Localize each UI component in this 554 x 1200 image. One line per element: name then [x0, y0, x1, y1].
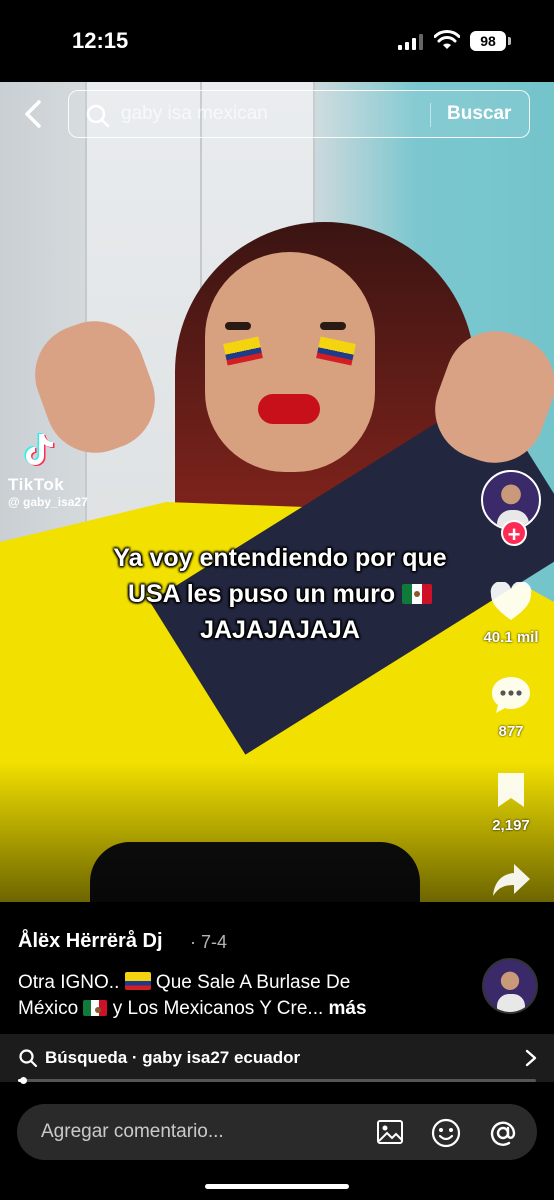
heart-icon: [490, 581, 532, 620]
search-input[interactable]: gaby isa mexican: [121, 91, 421, 137]
share-icon: [493, 864, 530, 896]
status-bar: 12:15 98: [0, 0, 554, 82]
tiktok-logo-icon: [24, 433, 55, 466]
home-indicator: [205, 1184, 349, 1189]
search-divider: [430, 103, 431, 127]
comment-icon: [492, 677, 530, 713]
search-icon: [86, 104, 110, 128]
progress-knob[interactable]: [20, 1077, 28, 1084]
playback-progress[interactable]: [18, 1077, 536, 1084]
like-button[interactable]: 40.1 mil: [478, 581, 544, 646]
search-button[interactable]: Buscar: [447, 91, 511, 137]
comment-button[interactable]: 877: [478, 674, 544, 740]
description-text-4: y Los Mexicanos Y Cre...: [107, 998, 329, 1019]
post-date: · 7-4: [190, 932, 228, 952]
post-info: Ålëx Hërrërå Dj · 7-4 Otra IGNO.. Que Sa…: [0, 902, 554, 1032]
comment-input[interactable]: Agregar comentario...: [41, 1104, 224, 1160]
search-bar[interactable]: gaby isa mexican Buscar: [68, 90, 530, 138]
caption-line-2-wrap: USA les puso un muro: [60, 576, 500, 612]
related-search-label: Búsqueda · gaby isa27 ecuador: [45, 1048, 301, 1067]
description-text-2: Que Sale A Burlase De: [150, 972, 351, 993]
back-icon[interactable]: [18, 96, 50, 132]
emoji-icon[interactable]: [430, 1117, 462, 1149]
save-count: 2,197: [492, 817, 530, 834]
tiktok-brand: TikTok: [8, 475, 65, 494]
save-button[interactable]: 2,197: [478, 770, 544, 834]
comment-count: 877: [498, 723, 524, 740]
wifi-icon: [434, 30, 460, 49]
music-disc-avatar[interactable]: [482, 958, 538, 1014]
description-text-3: México: [18, 998, 79, 1019]
watermark-handle: @ gaby_isa27: [8, 495, 88, 509]
creator-avatar-wrap[interactable]: +: [481, 470, 541, 547]
caption-line-3: JAJAJAJAJA: [200, 616, 360, 644]
status-time: 12:15: [72, 28, 129, 53]
author-name[interactable]: Ålëx Hërrërå Dj: [18, 930, 163, 953]
video-caption: Ya voy entendiendo por que USA les puso …: [60, 540, 500, 648]
description-text-1: Otra IGNO..: [18, 972, 120, 993]
chevron-right-icon: [525, 1049, 537, 1067]
image-icon[interactable]: [375, 1117, 405, 1147]
caption-line-2: USA les puso un muro: [127, 580, 396, 608]
post-description[interactable]: Otra IGNO.. Que Sale A Burlase De México…: [18, 970, 458, 1022]
mexico-flag-icon: [402, 584, 433, 604]
battery-indicator: 98: [470, 31, 511, 51]
cellular-signal-icon: [398, 34, 423, 50]
follow-plus-icon[interactable]: +: [501, 520, 527, 547]
tiktok-watermark: TikTok @ gaby_isa27: [8, 430, 88, 509]
caption-line-1: Ya voy entendiendo por que: [113, 544, 447, 572]
ecuador-flag-icon: [124, 972, 151, 990]
comment-bar[interactable]: Agregar comentario...: [17, 1104, 537, 1160]
more-link[interactable]: más: [329, 998, 367, 1019]
related-search-bar[interactable]: Búsqueda · gaby isa27 ecuador: [0, 1034, 554, 1082]
bookmark-icon: [498, 773, 524, 807]
search-icon: [19, 1049, 38, 1068]
mexico-flag-icon: [83, 1000, 108, 1016]
like-count: 40.1 mil: [483, 629, 539, 646]
mention-icon[interactable]: [487, 1117, 519, 1149]
